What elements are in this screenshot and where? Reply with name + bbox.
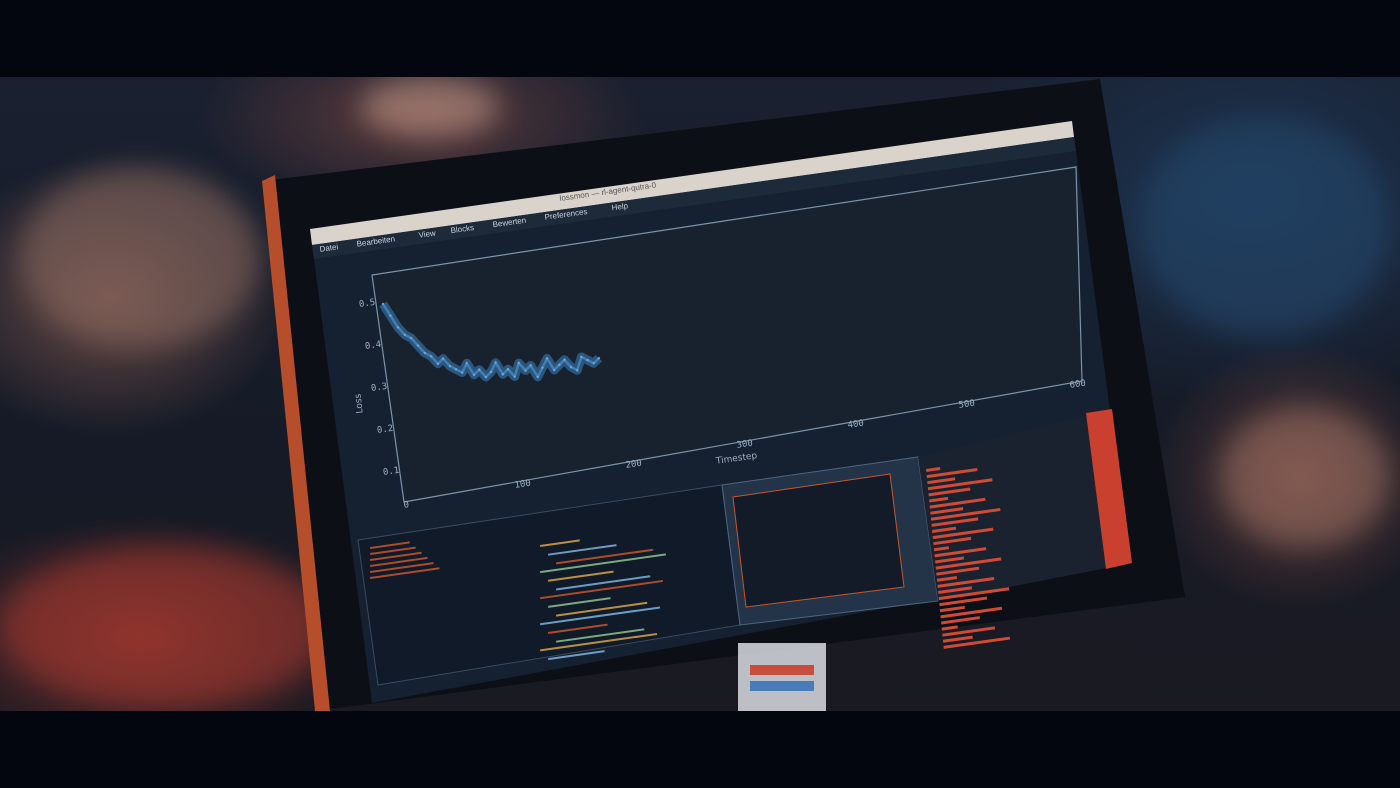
series-point (436, 362, 440, 365)
series-point (517, 361, 520, 365)
series-point (448, 364, 452, 368)
series-point (478, 368, 481, 371)
series-point (576, 369, 579, 372)
series-point (494, 361, 497, 364)
letterbox-bottom (0, 711, 1400, 788)
series-point (429, 355, 433, 358)
terminal-window (732, 473, 905, 608)
stand-label-stripe (750, 665, 814, 675)
series-point (454, 368, 458, 371)
series-point (501, 373, 505, 376)
series-point (416, 344, 420, 347)
series-point (524, 369, 527, 372)
series-point (465, 362, 469, 365)
series-point (541, 366, 544, 369)
letterbox-top (0, 0, 1400, 77)
series-point (403, 333, 407, 337)
histogram-bar (942, 635, 973, 643)
series-point (472, 373, 476, 377)
series-point (381, 302, 385, 306)
series-point (506, 367, 510, 371)
series-point (597, 357, 601, 360)
series-point (409, 336, 413, 340)
series-point (580, 355, 583, 359)
series-point (484, 375, 488, 379)
series-point (423, 351, 427, 355)
series-point (441, 357, 445, 360)
series-point (536, 375, 539, 379)
series-point (586, 358, 589, 362)
series-point (513, 375, 516, 378)
series-point (569, 365, 573, 369)
photo-scene: lossmon — rl-agent-qutra-0 Datei Bearbeit… (0, 77, 1400, 711)
monitor-stand-label (738, 643, 826, 711)
series-point (592, 362, 595, 365)
series-point (389, 314, 392, 317)
series-point (558, 363, 561, 367)
stand-label-stripe-blue (750, 681, 814, 691)
series-point (461, 371, 464, 374)
series-point (563, 358, 566, 361)
y-axis-label: Loss (354, 393, 366, 414)
series-point (529, 364, 532, 367)
monitor: lossmon — rl-agent-qutra-0 Datei Bearbeit… (262, 79, 1185, 711)
series-point (396, 326, 400, 329)
series-point (545, 357, 549, 360)
series-point (489, 370, 493, 374)
series-point (552, 368, 556, 372)
